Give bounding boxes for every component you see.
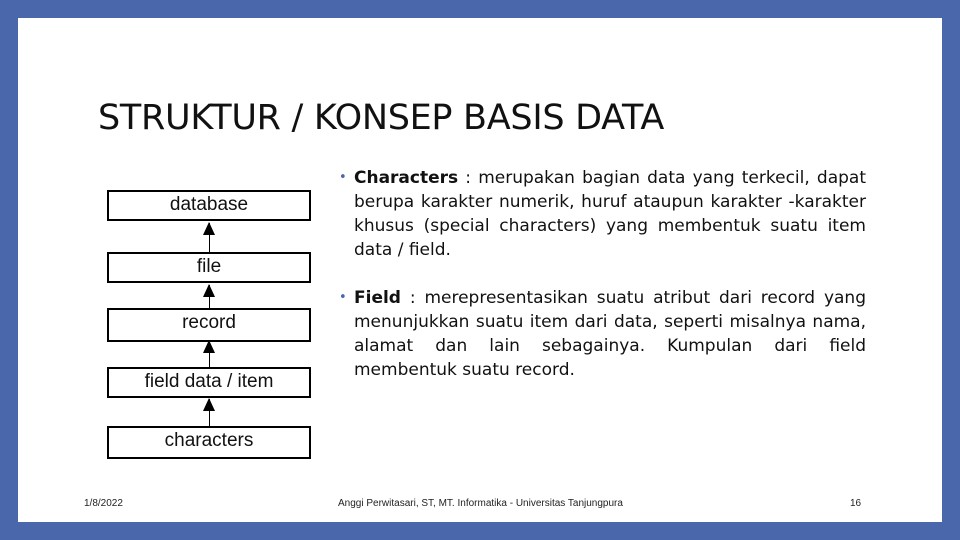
- slide: STRUKTUR / KONSEP BASIS DATA database fi…: [18, 18, 942, 522]
- diagram-box-record: record: [107, 308, 311, 342]
- arrow-up-icon: [203, 398, 215, 426]
- bullet-separator: :: [458, 168, 479, 188]
- arrow-up-icon: [203, 340, 215, 367]
- bullet-term: Characters: [354, 168, 459, 188]
- bullet-text: merepresentasikan suatu atribut dari rec…: [354, 288, 866, 380]
- bullet-separator: :: [400, 288, 425, 308]
- footer-author: Anggi Perwitasari, ST, MT. Informatika -…: [338, 498, 623, 509]
- bullet-icon: •: [339, 290, 347, 305]
- diagram-box-file: file: [107, 252, 311, 283]
- arrow-up-icon: [203, 222, 215, 252]
- diagram-box-database: database: [107, 190, 311, 221]
- bullet-term: Field: [354, 288, 401, 308]
- diagram-box-characters: characters: [107, 426, 311, 459]
- bullet-list: • Characters : merupakan bagian data yan…: [334, 166, 866, 382]
- bullet-icon: •: [339, 170, 347, 185]
- bullet-field: • Field : merepresentasikan suatu atribu…: [334, 286, 866, 382]
- footer-page-number: 16: [850, 498, 862, 509]
- slide-title: STRUKTUR / KONSEP BASIS DATA: [98, 98, 665, 138]
- diagram-box-field-data-item: field data / item: [107, 367, 311, 398]
- footer-date: 1/8/2022: [84, 498, 123, 509]
- bullet-characters: • Characters : merupakan bagian data yan…: [334, 166, 866, 262]
- arrow-up-icon: [203, 284, 215, 308]
